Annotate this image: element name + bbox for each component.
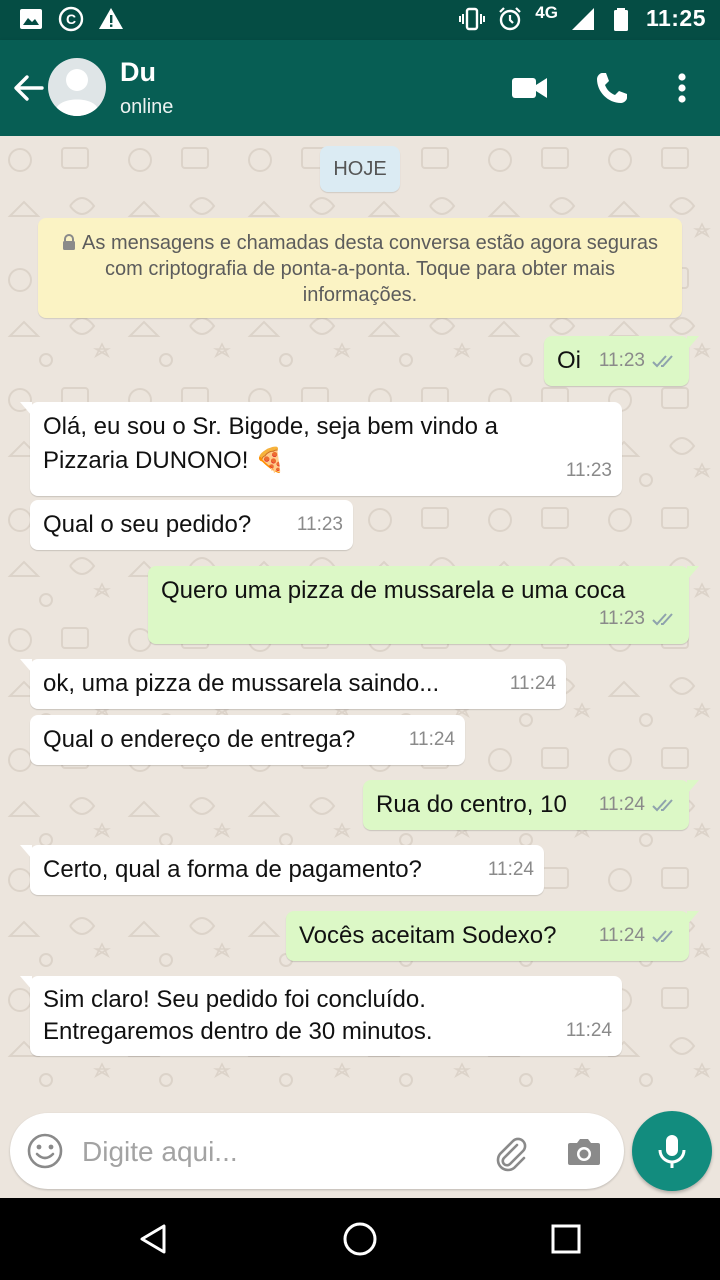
bubble-tail [20, 402, 32, 416]
message-text: Vocês aceitam Sodexo? [299, 922, 557, 949]
clock: 11:25 [645, 5, 706, 31]
message-bubble-outgoing[interactable]: Rua do centro, 10 11:24 [363, 780, 699, 830]
message-time: 11:23 [598, 608, 645, 629]
message-text-line: Olá, eu sou o Sr. Bigode, seja bem vindo… [43, 413, 498, 440]
bubble-tail [687, 780, 699, 794]
message-time: 11:24 [408, 729, 455, 750]
message-text: Oi [557, 347, 581, 374]
avatar-icon [56, 69, 98, 116]
chat-area[interactable]: HOJE As mensagens e chamadas desta conve… [0, 136, 720, 1098]
message-input[interactable]: Digite aqui... [82, 1136, 238, 1168]
message-time: 11:24 [509, 673, 556, 694]
bubble-tail [687, 911, 699, 925]
read-ticks-icon [652, 799, 673, 812]
copyright-icon: C [58, 6, 84, 32]
attach-icon[interactable] [490, 1132, 530, 1172]
message-bubble-outgoing[interactable]: Vocês aceitam Sodexo? 11:24 [286, 911, 699, 961]
message-text: Certo, qual a forma de pagamento? [43, 856, 422, 883]
recents-square-icon[interactable] [546, 1219, 586, 1259]
mic-icon [658, 1135, 686, 1168]
back-triangle-icon[interactable] [134, 1219, 174, 1259]
home-circle-icon[interactable] [340, 1219, 380, 1259]
video-call-icon[interactable] [510, 68, 550, 108]
message-bubble-incoming[interactable]: Qual o seu pedido? 11:23 [30, 500, 353, 550]
bubble-tail [687, 566, 699, 580]
camera-icon[interactable] [564, 1132, 604, 1172]
message-composer[interactable]: Digite aqui... [10, 1113, 624, 1189]
read-ticks-icon [652, 355, 673, 368]
chat-header: Du online [0, 40, 720, 136]
system-nav-bar [0, 1198, 720, 1280]
image-icon [20, 9, 42, 29]
encryption-notice[interactable]: As mensagens e chamadas desta conversa e… [38, 218, 682, 318]
message-time: 11:24 [598, 925, 645, 946]
read-ticks-icon [652, 930, 673, 943]
network-type: 4G [535, 2, 558, 22]
alarm-icon [499, 6, 522, 30]
encryption-notice-text: As mensagens e chamadas desta conversa e… [82, 232, 658, 306]
contact-name[interactable]: Du [120, 57, 156, 88]
message-text-line: Pizzaria DUNONO! 🍕 [43, 447, 285, 474]
mic-button[interactable] [632, 1111, 712, 1191]
message-text: ok, uma pizza de mussarela saindo... [43, 670, 440, 697]
warning-icon [99, 8, 123, 29]
bubble-tail [20, 845, 32, 859]
message-time: 11:24 [487, 859, 534, 880]
message-bubble-incoming[interactable]: Olá, eu sou o Sr. Bigode, seja bem vindo… [20, 402, 622, 496]
avatar[interactable] [48, 58, 106, 116]
message-bubble-incoming[interactable]: ok, uma pizza de mussarela saindo... 11:… [20, 659, 566, 709]
message-text: Quero uma pizza de mussarela e uma coca [161, 577, 626, 604]
message-text: Qual o seu pedido? [43, 511, 252, 538]
message-bubble-incoming[interactable]: Qual o endereço de entrega? 11:24 [30, 715, 465, 765]
vibrate-icon [459, 7, 486, 30]
bubble-tail [20, 659, 32, 673]
status-bar: C 4G 11:25 [0, 0, 720, 40]
more-vert-icon[interactable] [662, 68, 702, 108]
message-text: Rua do centro, 10 [376, 791, 567, 818]
message-time: 11:23 [296, 514, 343, 535]
lock-icon [63, 234, 76, 250]
date-chip: HOJE [320, 146, 400, 192]
message-bubble-outgoing[interactable]: Quero uma pizza de mussarela e uma coca … [148, 566, 699, 644]
message-time: 11:24 [565, 1020, 612, 1041]
battery-icon [613, 7, 628, 31]
message-bubble-incoming[interactable]: Certo, qual a forma de pagamento? 11:24 [20, 845, 544, 895]
read-ticks-icon [652, 613, 673, 626]
svg-text:C: C [66, 11, 76, 27]
phone-icon[interactable] [592, 68, 632, 108]
message-bubble-incoming[interactable]: Sim claro! Seu pedido foi concluído. Ent… [20, 976, 622, 1056]
message-text: Qual o endereço de entrega? [43, 726, 356, 753]
message-time: 11:23 [598, 350, 645, 371]
message-bubble-outgoing[interactable]: Oi 11:23 [544, 336, 699, 386]
message-time: 11:23 [565, 460, 612, 481]
signal-icon [571, 7, 594, 30]
message-text-line: Entregaremos dentro de 30 minutos. [43, 1018, 433, 1045]
message-text-line: Sim claro! Seu pedido foi concluído. [43, 986, 426, 1013]
bubble-tail [687, 336, 699, 350]
message-time: 11:24 [598, 794, 645, 815]
contact-status: online [120, 96, 174, 118]
bubble-tail [20, 976, 32, 990]
back-arrow-icon[interactable] [8, 68, 48, 108]
emoji-icon[interactable] [26, 1132, 64, 1170]
